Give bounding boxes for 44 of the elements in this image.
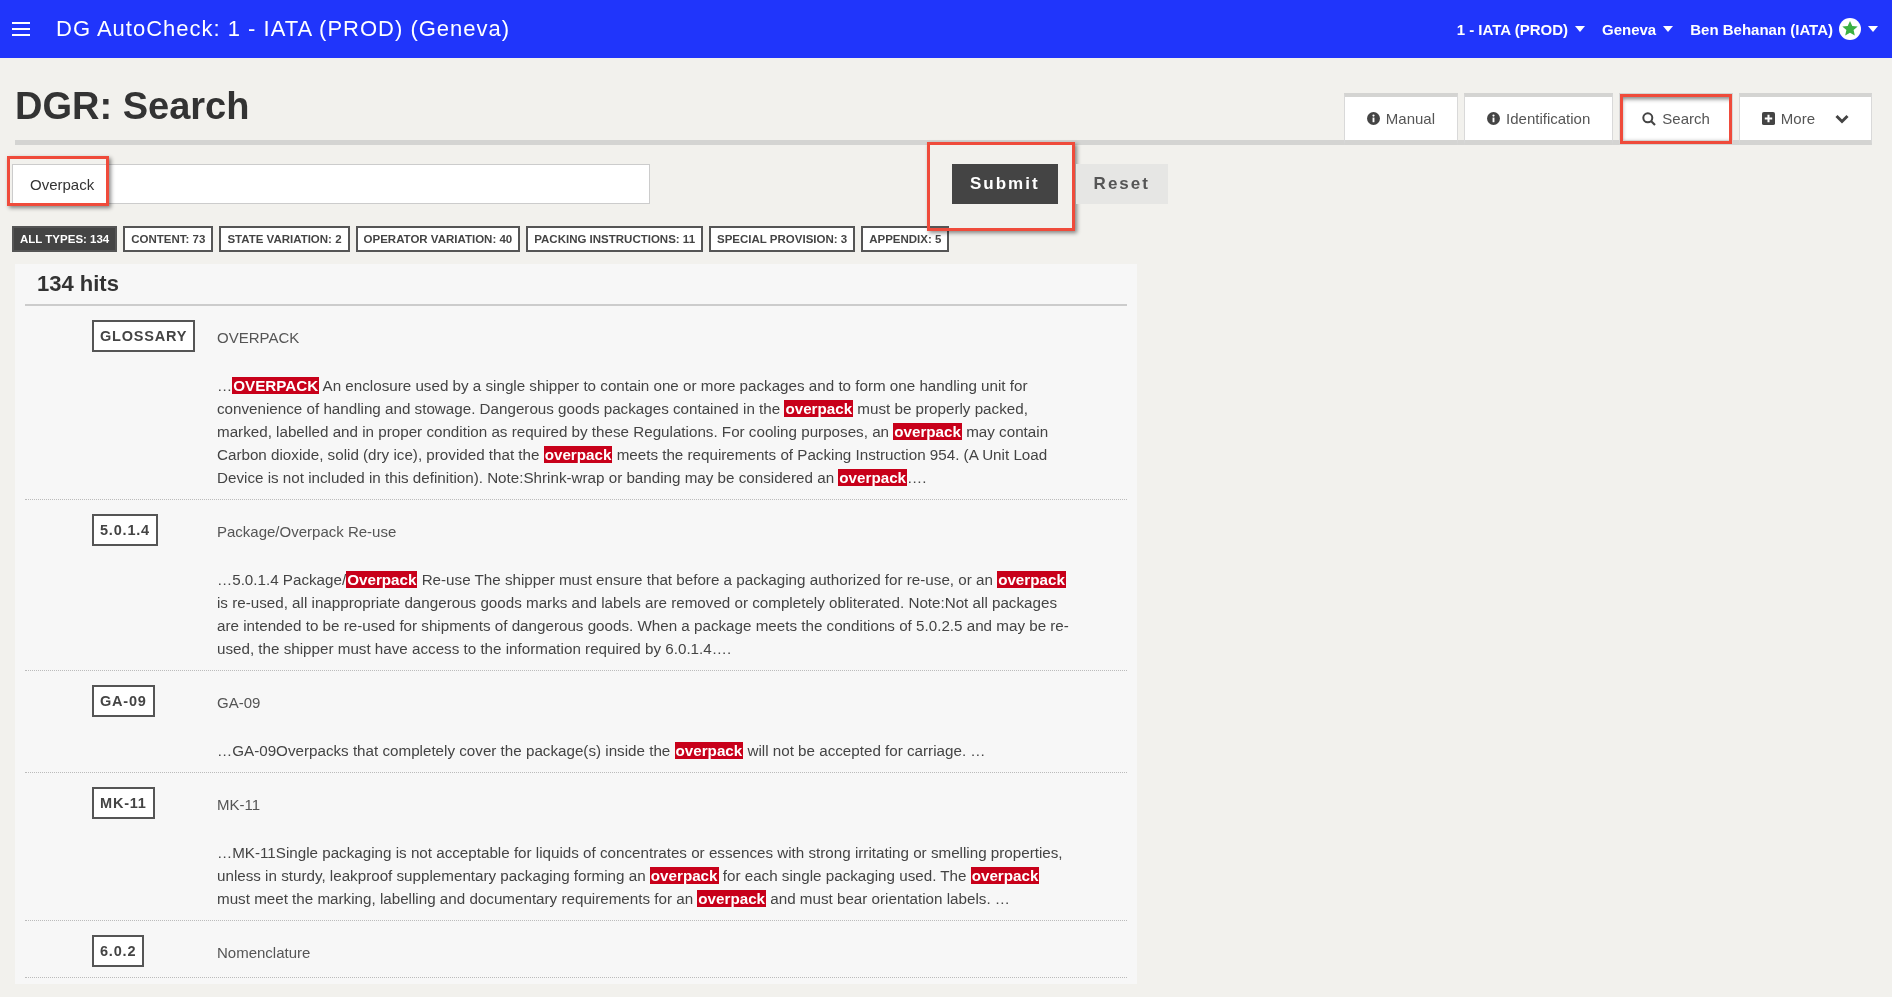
result-title[interactable]: Nomenclature	[217, 935, 1072, 965]
category-tag: GA-09	[92, 685, 155, 717]
avatar-icon	[1839, 18, 1861, 40]
category-tag: MK-11	[92, 787, 155, 819]
result-title[interactable]: OVERPACK	[217, 320, 1072, 350]
caret-icon	[1868, 26, 1878, 32]
info-icon	[1366, 112, 1380, 125]
user-menu[interactable]: Ben Behanan (IATA)	[1690, 18, 1878, 40]
category-tag: 5.0.1.4	[92, 514, 158, 546]
result-title[interactable]: GA-09	[217, 685, 1072, 715]
menu-icon[interactable]	[12, 22, 30, 36]
result-title[interactable]: Package/Overpack Re-use	[217, 514, 1072, 544]
filter-chip[interactable]: OPERATOR VARIATION: 40	[355, 226, 521, 252]
header-dropdown[interactable]: 1 - IATA (PROD)	[1456, 20, 1585, 38]
reset-button[interactable]: Reset	[1075, 164, 1168, 204]
result-title[interactable]: MK-11	[217, 787, 1072, 817]
nav-tab[interactable]: More	[1738, 93, 1872, 145]
app-title: DG AutoCheck: 1 - IATA (PROD) (Geneva)	[56, 16, 512, 42]
nav-tab[interactable]: Search	[1619, 93, 1733, 145]
caret-icon	[1575, 26, 1585, 32]
plus-icon	[1761, 112, 1775, 125]
result-snippet: …5.0.1.4 Package/Overpack Re-use The shipper must ensure that before a packaging authorized for re-use, or an overpack is re-used, all inappropriate dangerous goods marks and labels are removed or completely obliterated. Note:Not all packages are intended to be re-used for shipments of dangerous goods. When a package meets the conditions of 5.0.2.5 and may be re-used, the shipper must have access to the information required by 6.0.1.4….	[217, 570, 1070, 659]
hit-count: 134 hits	[25, 264, 1127, 306]
filter-chip[interactable]: APPENDIX: 5	[861, 226, 950, 252]
search-icon	[1642, 111, 1657, 126]
filter-chip[interactable]: SPECIAL PROVISION: 3	[709, 226, 856, 252]
info-icon	[1487, 112, 1501, 125]
result-snippet: …OVERPACK An enclosure used by a single shipper to contain one or more packages and to form one handling unit for convenience of handling and stowage. Dangerous goods packages contained in the overpack must be properly packed, marked, labelled and in proper condition as required by these Regulations. For cooling purposes, an overpack may contain Carbon dioxide, solid (dry ice), provided that the overpack meets the requirements of Packing Instruction 954. (A Unit Load Device is not included in this definition). Note:Shrink-wrap or banding may be considered an overpack….	[217, 376, 1050, 488]
nav-tab[interactable]: Identification	[1464, 93, 1614, 145]
category-tag: GLOSSARY	[92, 320, 196, 352]
nav-tab[interactable]: Manual	[1343, 93, 1459, 145]
filter-chip[interactable]: STATE VARIATION: 2	[219, 226, 350, 252]
header-dropdown[interactable]: Geneva	[1602, 20, 1674, 38]
filter-chip[interactable]: ALL TYPES: 134	[12, 226, 118, 252]
submit-button[interactable]: Submit	[952, 164, 1058, 204]
category-tag: 6.0.2	[92, 935, 145, 967]
filter-chip[interactable]: PACKING INSTRUCTIONS: 11	[526, 226, 704, 252]
page-title: DGR: Search	[15, 85, 250, 128]
result-snippet: …MK-11Single packaging is not acceptable for liquids of concentrates or essences with strong irritating or smelling properties, unless in sturdy, leakproof supplementary packaging forming an overpack for each single packaging used. The overpack must meet the marking, labelling and documentary requirements for an overpack and must bear orientation labels. …	[217, 843, 1064, 909]
caret-icon	[1663, 26, 1674, 32]
search-field[interactable]: Overpack	[12, 164, 650, 204]
filter-chip[interactable]: CONTENT: 73	[123, 226, 214, 252]
chevron-down-icon	[1835, 113, 1849, 124]
result-snippet: …GA-09Overpacks that completely cover the package(s) inside the overpack will not be accepted for carriage. …	[217, 741, 987, 761]
